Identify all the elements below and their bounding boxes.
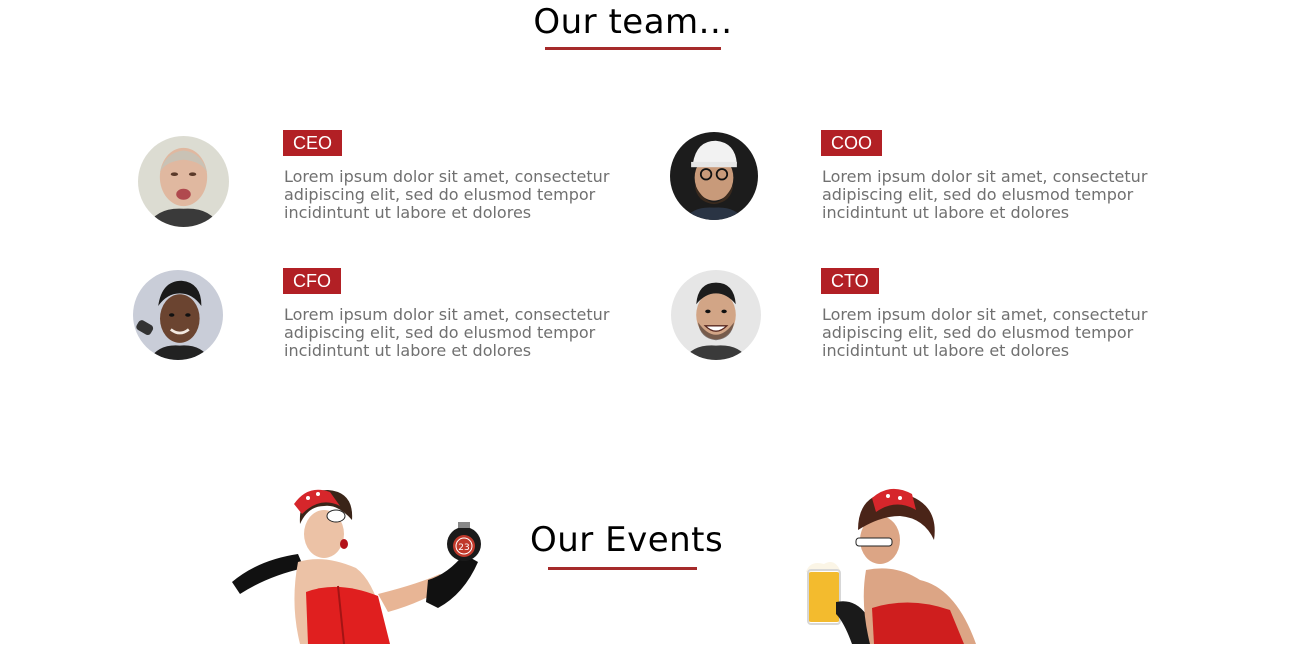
events-section-title: Our Events [530, 520, 724, 560]
description-ceo: Lorem ipsum dolor sit amet, consectetur … [284, 167, 610, 222]
role-badge-ceo: CEO [283, 130, 343, 156]
description-coo: Lorem ipsum dolor sit amet, consectetur … [822, 167, 1148, 222]
team-section-title: Our team... [533, 2, 733, 42]
description-cfo: Lorem ipsum dolor sit amet, consectetur … [284, 305, 610, 360]
events-title-underline [548, 567, 697, 570]
role-badge-cto: CTO [821, 268, 879, 294]
clock-number: 23 [458, 543, 469, 553]
role-badge-coo: COO [821, 130, 883, 156]
pinup-girl-beer-image [800, 484, 1030, 644]
avatar-coo [670, 132, 758, 220]
pinup-girl-clock-image: 23 [228, 484, 490, 645]
description-cto: Lorem ipsum dolor sit amet, consectetur … [822, 305, 1148, 360]
avatar-cfo [133, 270, 223, 360]
avatar-ceo [138, 136, 229, 227]
avatar-cto [671, 270, 761, 360]
role-badge-cfo: CFO [283, 268, 341, 294]
team-title-underline [545, 47, 721, 50]
